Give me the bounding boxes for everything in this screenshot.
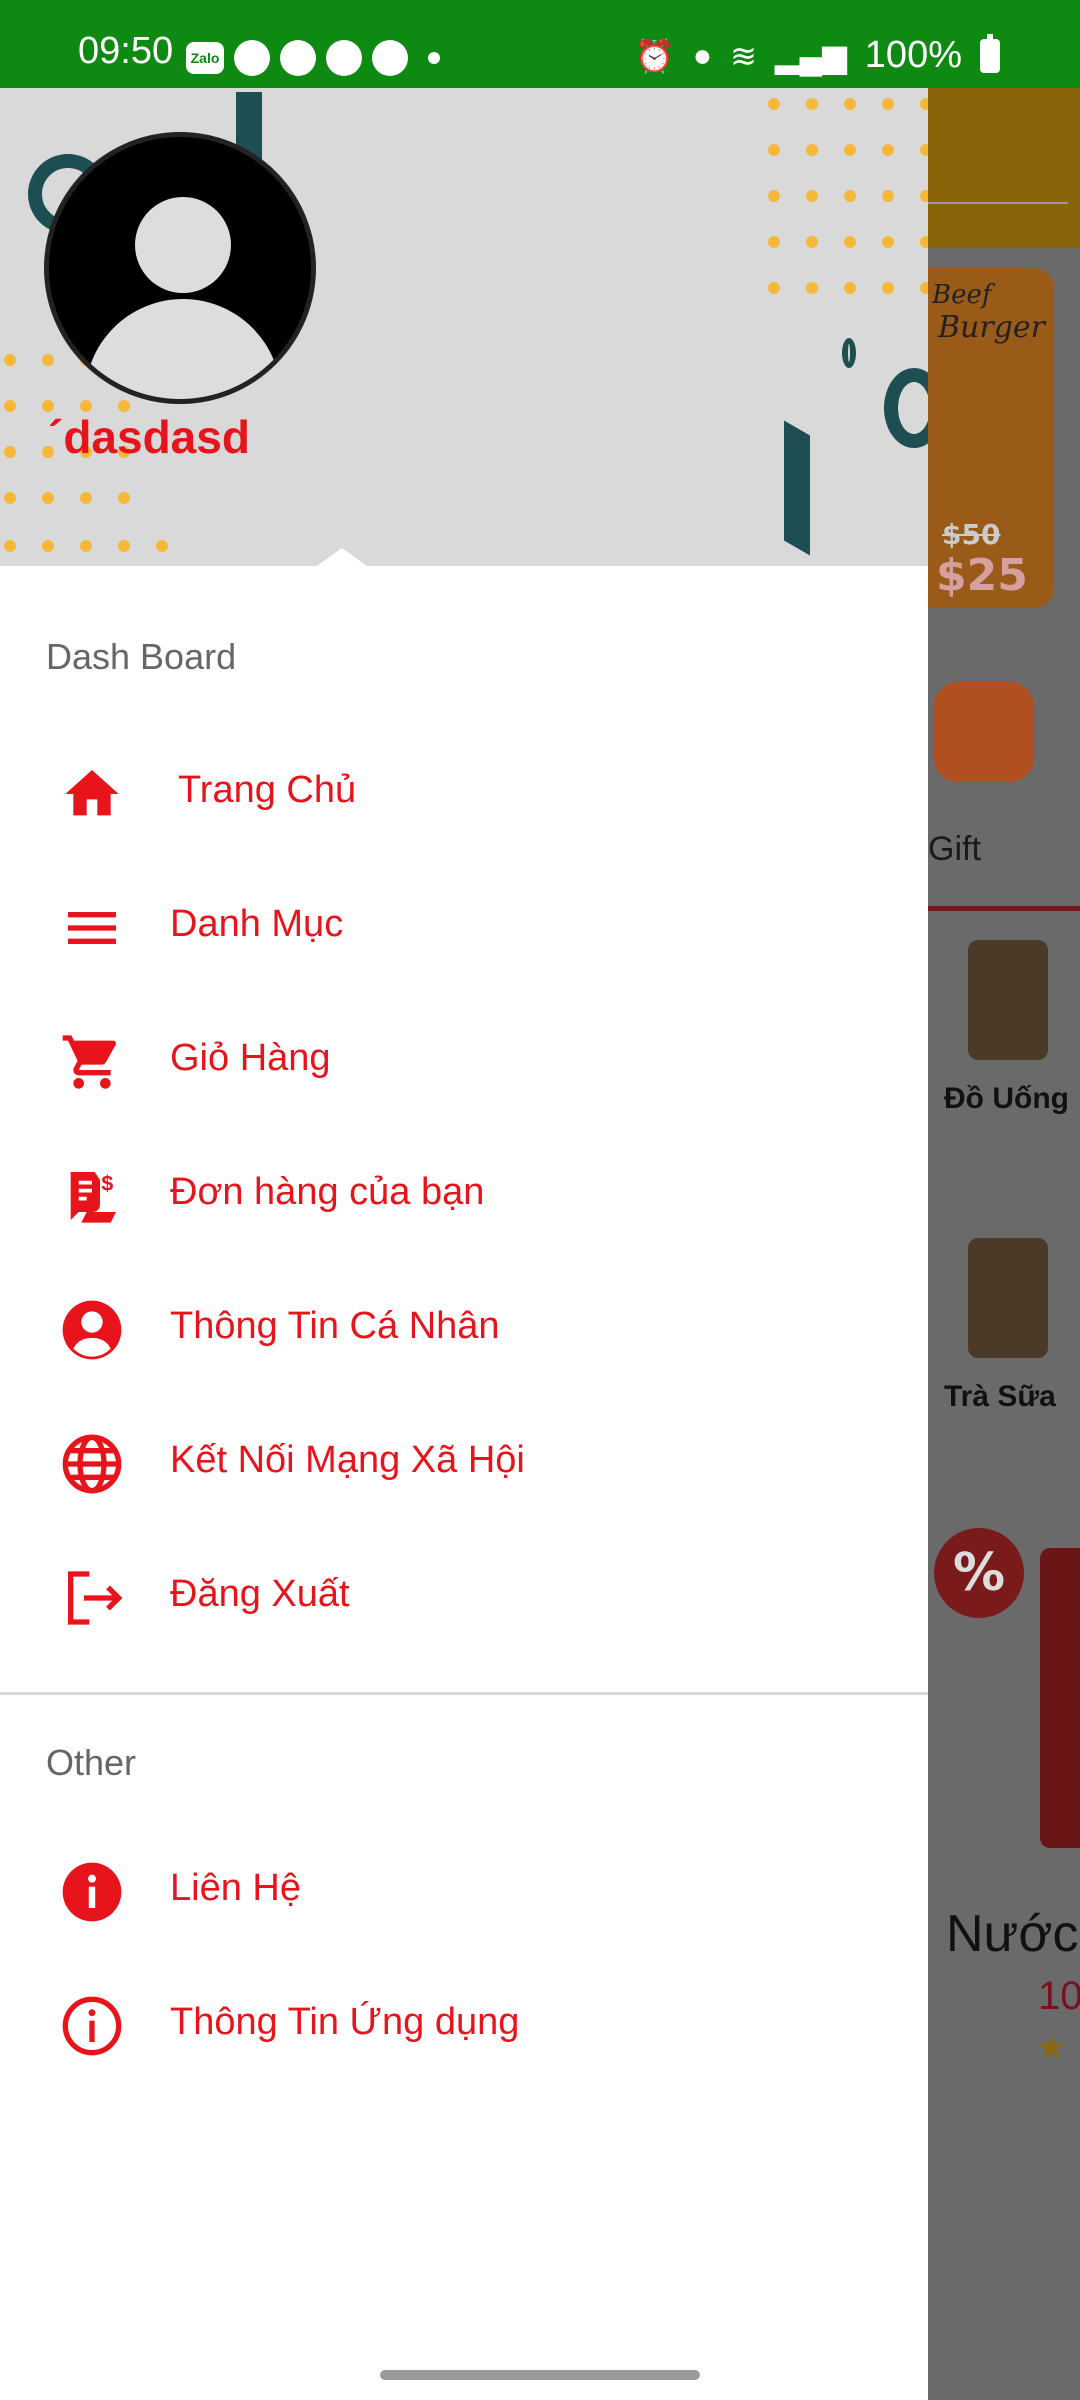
section-title-dashboard: Dash Board	[46, 636, 237, 677]
menu-item-label: Thông Tin Ứng dụng	[170, 2000, 520, 2043]
decorative-ring	[842, 338, 856, 368]
more-notifications-dot	[428, 52, 440, 64]
account-circle-icon	[62, 1300, 122, 1360]
menu-item-social[interactable]: Kết Nối Mạng Xã Hội	[0, 1400, 928, 1520]
drawer-header: ´dasdasd	[0, 88, 928, 566]
banner-title: Burger	[938, 310, 1046, 345]
battery-percent: 100%	[864, 34, 962, 76]
section-title-other: Other	[46, 1742, 137, 1783]
notification-icons: Zalo	[186, 40, 440, 76]
banner-new-price: $25	[936, 550, 1028, 601]
receipt-icon: $	[70, 1172, 116, 1223]
messenger-icon	[234, 40, 270, 76]
cart-icon	[62, 1035, 117, 1089]
logout-icon	[68, 1571, 123, 1625]
background-app-scrim[interactable]: Beef Burger $50 $25 Gift Đồ Uống Trà Sữa…	[928, 88, 1080, 2400]
gift-label: Gift	[928, 830, 981, 868]
battery-icon	[980, 33, 1000, 73]
divider	[928, 906, 1080, 911]
location-icon: ●	[692, 37, 713, 73]
menu-item-label: Đăng Xuất	[170, 1572, 350, 1615]
info-filled-icon	[62, 1862, 122, 1922]
section-divider	[0, 1692, 928, 1695]
menu-item-profile[interactable]: Thông Tin Cá Nhân	[0, 1266, 928, 1386]
menu-item-home[interactable]: Trang Chủ	[0, 730, 928, 850]
alarm-icon: ⏰	[634, 37, 675, 74]
decorative-ring	[884, 368, 928, 448]
category-label: Trà Sữa	[944, 1380, 1056, 1413]
zalo-icon: Zalo	[186, 42, 224, 74]
background-toolbar	[928, 88, 1080, 248]
globe-icon	[62, 1434, 122, 1494]
navigation-drawer: ´dasdasd Dash Board Trang Chủ Danh Mục G…	[0, 88, 928, 2400]
svg-text:$: $	[101, 1172, 113, 1196]
menu-item-orders[interactable]: $ Đơn hàng của bạn	[0, 1132, 928, 1252]
menu-item-label: Thông Tin Cá Nhân	[170, 1304, 500, 1347]
background-banner: Beef Burger $50 $25	[928, 268, 1054, 608]
discount-badge: %	[934, 1528, 1024, 1618]
menu-list-icon	[68, 912, 116, 944]
facebook-icon	[372, 40, 408, 76]
product-price: 10	[1038, 1974, 1080, 2018]
banner-old-price: $50	[942, 518, 1001, 551]
product-name: Nước	[946, 1905, 1079, 1963]
menu-item-label: Trang Chủ	[178, 768, 357, 811]
system-icons: ⏰ ● ≋ ▂▄▆ 100%	[634, 33, 1000, 77]
milk-tea-icon	[968, 1238, 1048, 1358]
menu-item-label: Đơn hàng của bạn	[170, 1170, 485, 1213]
category-label: Đồ Uống	[944, 1082, 1069, 1115]
menu-item-label: Liên Hệ	[170, 1866, 301, 1909]
status-time: 09:50	[78, 30, 174, 72]
product-image	[1040, 1548, 1080, 1848]
drink-icon	[968, 940, 1048, 1060]
menu-item-contact[interactable]: Liên Hệ	[0, 1828, 928, 1948]
header-notch	[314, 548, 370, 568]
wifi-icon: ≋	[730, 37, 757, 74]
home-indicator[interactable]	[380, 2370, 700, 2380]
decorative-dots	[768, 98, 928, 294]
signal-icon: ▂▄▆	[774, 37, 847, 74]
menu-item-app-info[interactable]: Thông Tin Ứng dụng	[0, 1962, 928, 2082]
decorative-dots	[4, 540, 168, 552]
menu-item-categories[interactable]: Danh Mục	[0, 864, 928, 984]
status-bar: 09:50 Zalo ⏰ ● ≋ ▂▄▆ 100%	[0, 0, 1080, 88]
menu-item-label: Danh Mục	[170, 902, 344, 945]
avatar[interactable]	[44, 132, 316, 404]
info-outline-icon	[62, 1996, 122, 2056]
menu-item-cart[interactable]: Giỏ Hàng	[0, 998, 928, 1118]
banner-title: Beef	[932, 280, 992, 310]
gift-icon	[934, 682, 1034, 782]
menu-item-label: Kết Nối Mạng Xã Hội	[170, 1438, 525, 1481]
username: ´dasdasd	[48, 411, 250, 463]
messenger-icon	[280, 40, 316, 76]
menu-item-logout[interactable]: Đăng Xuất	[0, 1534, 928, 1654]
home-icon	[65, 770, 119, 816]
decorative-shape	[784, 420, 810, 556]
messenger-icon	[326, 40, 362, 76]
star-icon: ★	[1036, 2028, 1067, 2068]
menu-item-label: Giỏ Hàng	[170, 1036, 331, 1079]
